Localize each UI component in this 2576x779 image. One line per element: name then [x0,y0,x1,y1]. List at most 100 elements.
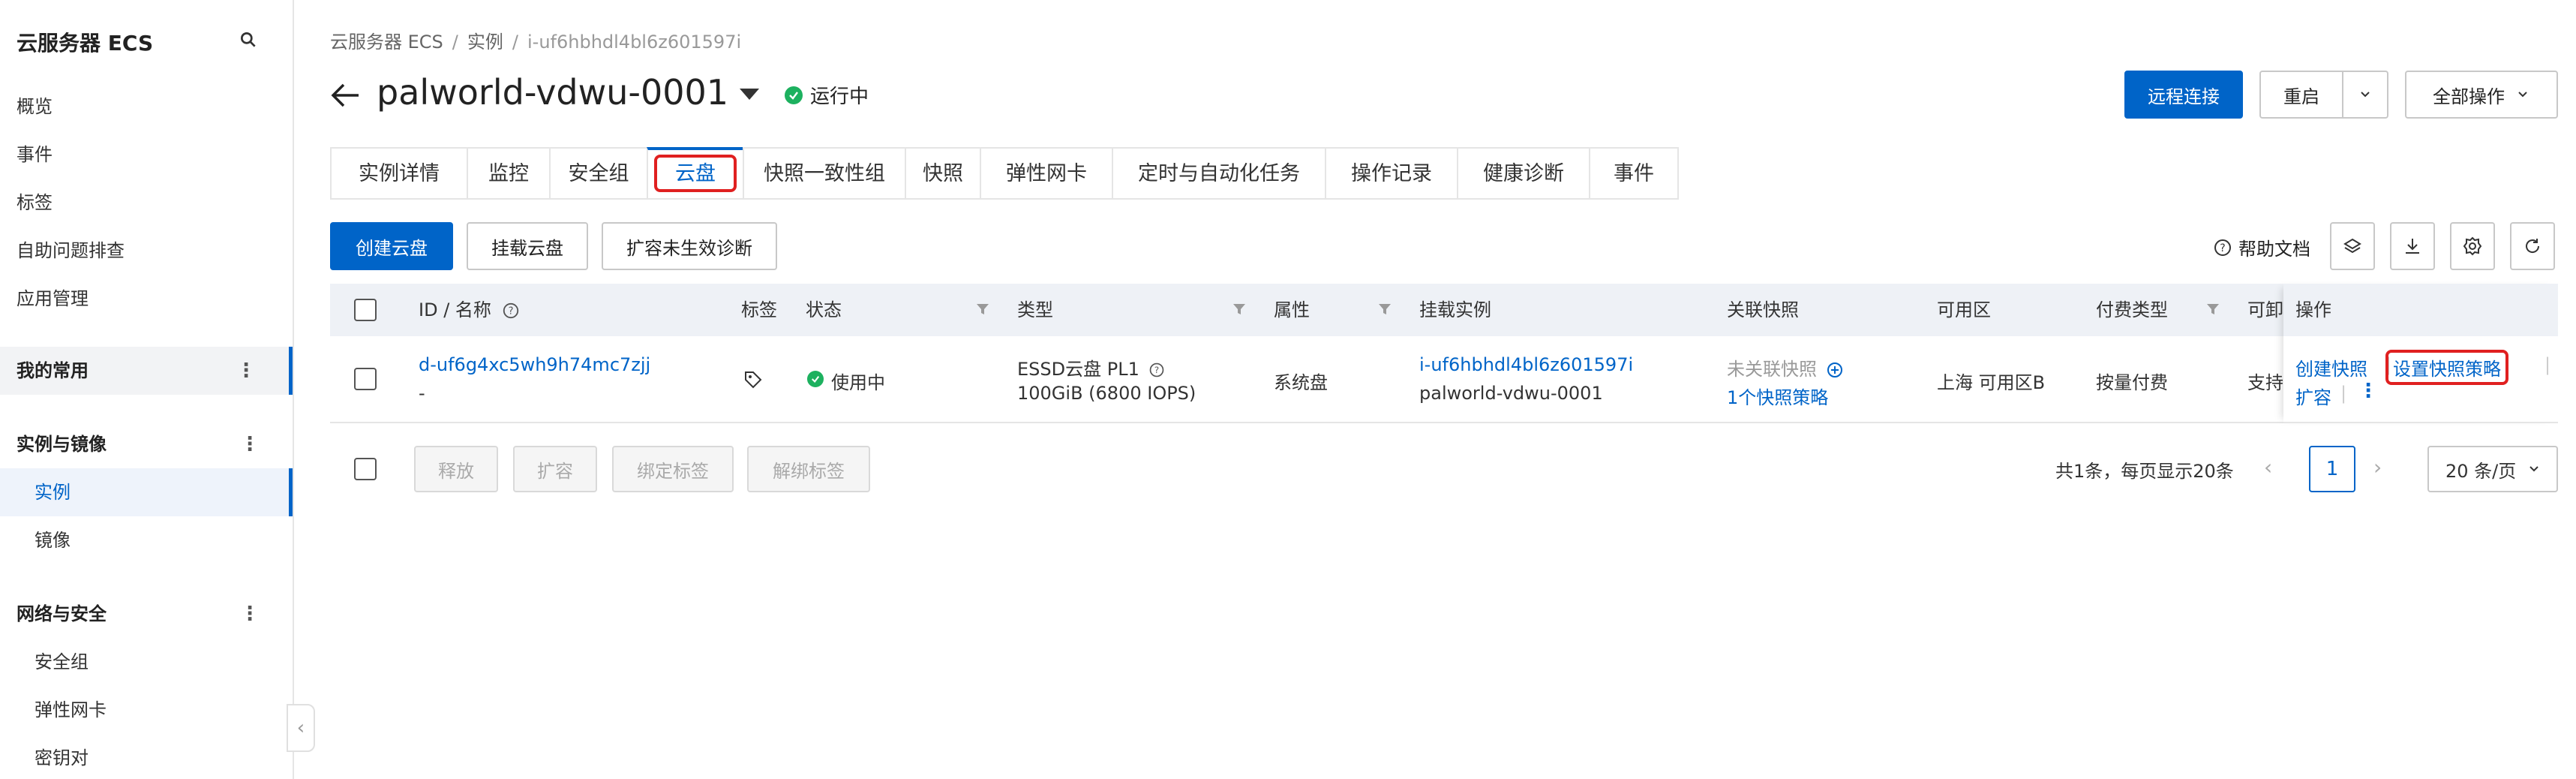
sidebar-item-security-group[interactable]: 安全组 [0,638,293,686]
bulk-resize-button[interactable]: 扩容 [513,446,597,492]
filter-icon[interactable] [2205,302,2220,317]
tab-health-diagnosis[interactable]: 健康诊断 [1457,147,1589,200]
instance-id-link[interactable]: i-uf6hbhdl4bl6z601597i [1419,354,1633,375]
more-ops-icon[interactable]: ⋮ [2358,380,2378,402]
sidebar: 云服务器 ECS 概览 事件 标签 自助问题排查 应用管理 我的常用 ⋮ 实例与… [0,0,294,779]
sidebar-group-instances-images[interactable]: 实例与镜像 ⋮ [0,420,293,468]
next-page-icon[interactable]: › [2373,455,2382,480]
header-id-name: ID / 名称 ? [419,284,520,336]
disk-id-link[interactable]: d-uf6g4xc5wh9h74mc7zjj [419,354,650,375]
disk-spec: 100GiB (6800 IOPS) [1017,383,1196,404]
page-title: palworld-vdwu-0001 [377,72,729,113]
instance-status: 运行中 [810,86,869,108]
attach-disk-button[interactable]: 挂载云盘 [467,222,588,270]
table-row: d-uf6g4xc5wh9h74mc7zjj - 使用中 ESSD云盘 PL1 … [330,336,2558,423]
download-icon [2406,239,2419,254]
tab-scheduled-tasks[interactable]: 定时与自动化任务 [1112,147,1325,200]
disk-zone: 上海 可用区B [1937,372,2046,393]
create-disk-button[interactable]: 创建云盘 [330,222,453,270]
sidebar-collapse-button[interactable]: ‹ [287,704,315,752]
highlight-box [654,155,737,192]
more-icon[interactable]: ⋮ [240,590,260,638]
filter-icon[interactable] [975,302,990,317]
sidebar-item-instances[interactable]: 实例 [0,468,293,516]
prev-page-icon[interactable]: ‹ [2264,455,2272,480]
svg-text:?: ? [2220,242,2225,254]
tab-monitoring[interactable]: 监控 [467,147,549,200]
remote-connect-button[interactable]: 远程连接 [2124,71,2243,119]
refresh-button[interactable] [2510,222,2555,270]
chevron-down-icon [2518,92,2527,98]
restart-dropdown-button[interactable] [2342,71,2388,119]
restart-button[interactable]: 重启 [2259,71,2343,119]
status-check-icon [785,86,803,104]
select-all-checkbox[interactable] [354,299,377,321]
tab-security-group[interactable]: 安全组 [549,147,647,200]
status-check-icon [807,371,824,387]
snapshot-status: 未关联快照 [1727,354,1844,380]
resize-link[interactable]: 扩容 [2295,383,2331,409]
page-size-select[interactable]: 20 条/页 [2427,446,2558,492]
breadcrumb-ecs[interactable]: 云服务器 ECS [330,32,443,53]
sidebar-group-network-security[interactable]: 网络与安全 ⋮ [0,590,293,638]
settings-button[interactable] [2450,222,2495,270]
tab-cloud-disk[interactable]: 云盘 [647,147,743,200]
download-button[interactable] [2390,222,2435,270]
tab-snapshot-consistency-group[interactable]: 快照一致性组 [743,147,905,200]
help-circle-icon[interactable]: ? [502,302,520,320]
header-zone: 可用区 [1937,299,1991,320]
tab-instance-details[interactable]: 实例详情 [330,147,467,200]
header-attached-instance: 挂载实例 [1419,299,1491,320]
sidebar-item-keypair[interactable]: 密钥对 [0,734,293,779]
release-button[interactable]: 释放 [414,446,498,492]
set-snapshot-policy-link[interactable]: 设置快照策略 [2385,350,2508,385]
caret-down-icon[interactable] [740,89,759,100]
search-icon[interactable] [239,30,258,50]
filter-icon[interactable] [1232,302,1247,317]
sidebar-item-tags[interactable]: 标签 [0,179,293,227]
breadcrumb-separator: / [452,32,458,53]
sidebar-group-favorites[interactable]: 我的常用 ⋮ [0,347,293,395]
snapshot-policy-link[interactable]: 1个快照策略 [1727,383,1828,409]
sidebar-item-overview[interactable]: 概览 [0,83,293,131]
more-icon[interactable]: ⋮ [240,420,260,468]
breadcrumb-instances[interactable]: 实例 [467,32,503,53]
more-icon[interactable]: ⋮ [236,347,256,395]
filter-icon[interactable] [1377,302,1392,317]
back-arrow-icon[interactable] [329,78,363,113]
op-divider: | [2340,383,2347,404]
help-circle-icon[interactable]: ? [1148,362,1165,378]
operations-column: 操作 创建快照 | 设置快照策略 | 扩容 | ⋮ [2283,284,2558,423]
page-number-button[interactable]: 1 [2309,446,2355,492]
tab-events[interactable]: 事件 [1589,147,1679,200]
disk-name: - [419,383,425,404]
op-divider: | [2544,354,2551,375]
tag-icon[interactable] [743,369,764,390]
disk-type: ESSD云盘 PL1 ? [1017,354,1165,380]
unbind-tag-button[interactable]: 解绑标签 [747,446,870,492]
tab-eni[interactable]: 弹性网卡 [980,147,1112,200]
row-checkbox[interactable] [354,368,377,390]
layers-button[interactable] [2330,222,2375,270]
help-doc-link[interactable]: ? 帮助文档 [2213,234,2310,260]
sidebar-item-events[interactable]: 事件 [0,131,293,179]
sidebar-item-troubleshoot[interactable]: 自助问题排查 [0,227,293,275]
tab-snapshots[interactable]: 快照 [905,147,980,200]
disk-status: 使用中 [831,372,885,393]
tab-operation-log[interactable]: 操作记录 [1325,147,1457,200]
header-tags: 标签 [741,299,777,320]
bind-tag-button[interactable]: 绑定标签 [612,446,734,492]
gear-icon [2463,236,2482,256]
refresh-icon [2526,239,2540,253]
bulk-select-checkbox[interactable] [354,458,377,480]
add-circle-icon[interactable] [1826,361,1844,379]
all-actions-button[interactable]: 全部操作 [2405,71,2558,119]
breadcrumb-current: i-uf6hbhdl4bl6z601597i [527,32,742,53]
header-type: 类型 [1017,299,1053,320]
sidebar-item-eni[interactable]: 弹性网卡 [0,686,293,734]
sidebar-item-images[interactable]: 镜像 [0,516,293,564]
resize-diagnosis-button[interactable]: 扩容未生效诊断 [602,222,777,270]
chevron-left-icon: ‹ [296,717,305,739]
sidebar-item-app-mgmt[interactable]: 应用管理 [0,275,293,323]
create-snapshot-link[interactable]: 创建快照 [2295,354,2367,380]
